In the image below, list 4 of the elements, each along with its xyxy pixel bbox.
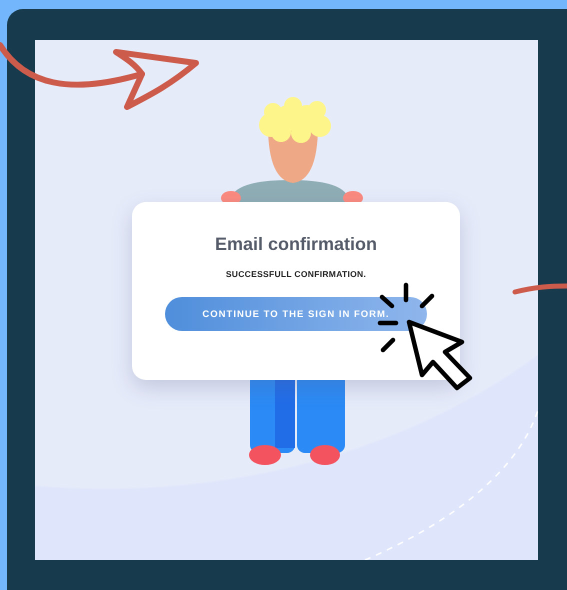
card-title: Email confirmation	[214, 234, 378, 255]
curved-line-drawing	[512, 284, 567, 294]
continue-button[interactable]: CONTINUE TO THE SIGN IN FORM.	[165, 297, 427, 331]
confirmation-message: SUCCESSFULL CONFIRMATION.	[226, 269, 366, 279]
